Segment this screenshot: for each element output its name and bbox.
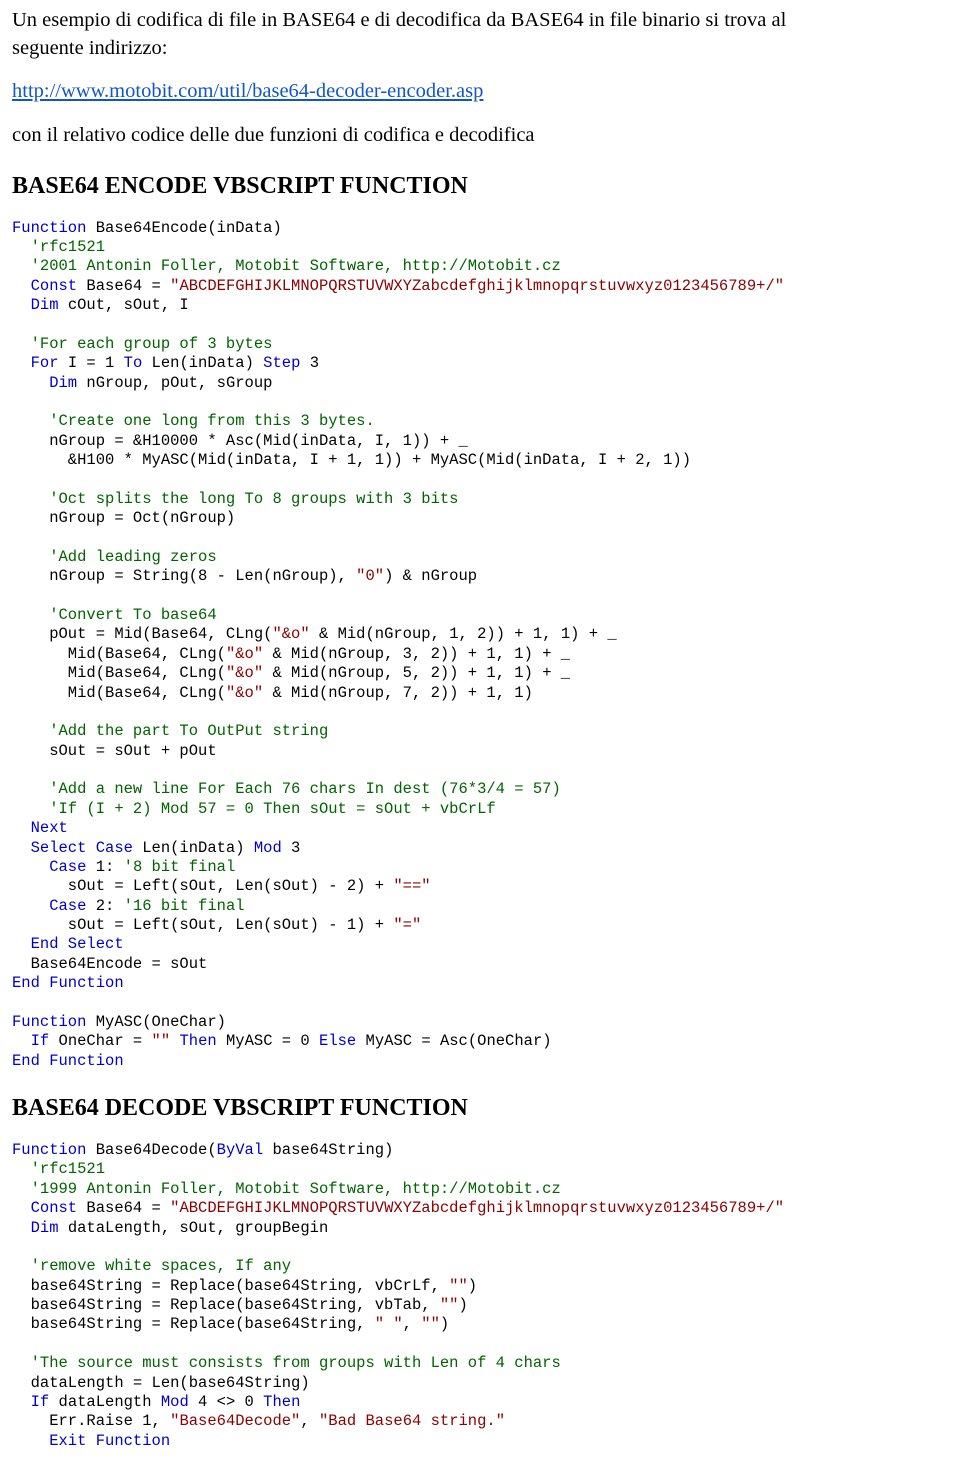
code-block-decode: Function Base64Decode(ByVal base64String…	[12, 1141, 948, 1451]
intro-line-2: seguente indirizzo:	[12, 36, 948, 62]
intro-line-3: con il relativo codice delle due funzion…	[12, 123, 948, 149]
code-block-encode: Function Base64Encode(inData) 'rfc1521 '…	[12, 219, 948, 1072]
example-link[interactable]: http://www.motobit.com/util/base64-decod…	[12, 80, 483, 102]
intro-line-1: Un esempio di codifica di file in BASE64…	[12, 8, 948, 34]
heading-decode: BASE64 DECODE VBSCRIPT FUNCTION	[12, 1093, 948, 1123]
heading-encode: BASE64 ENCODE VBSCRIPT FUNCTION	[12, 171, 948, 201]
